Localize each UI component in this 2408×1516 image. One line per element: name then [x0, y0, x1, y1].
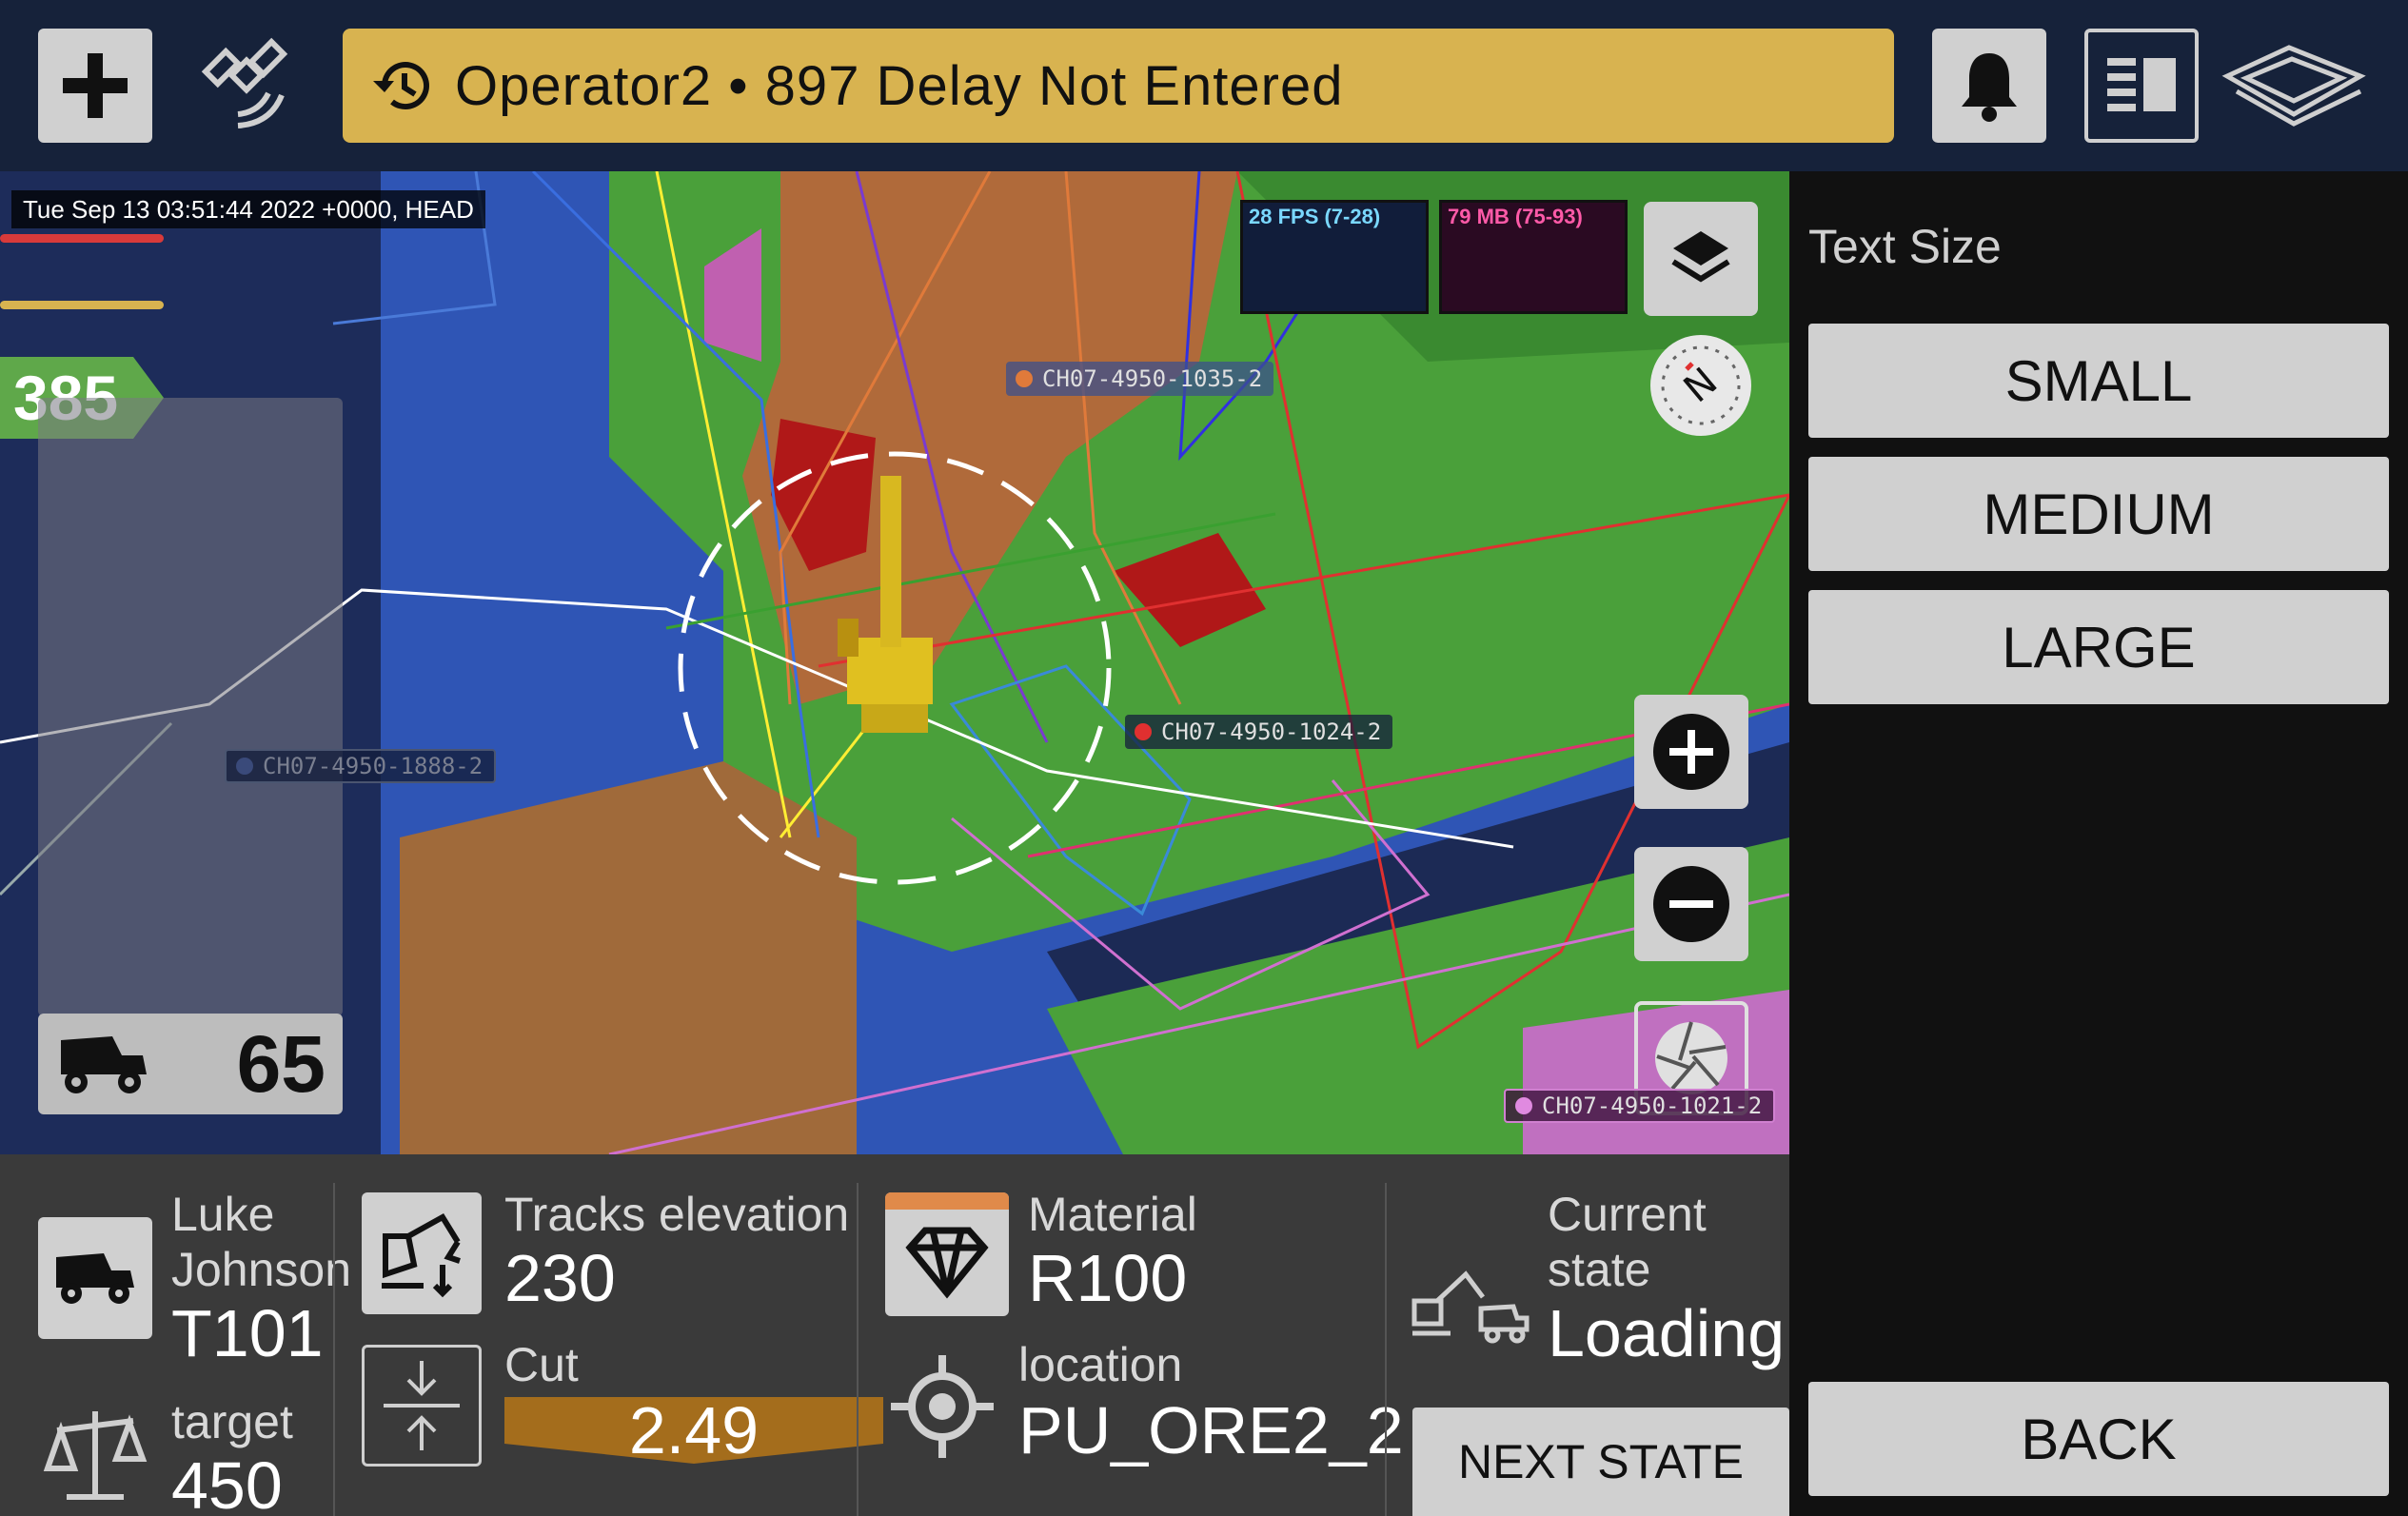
layout-toggle-button[interactable] — [2084, 29, 2199, 143]
mine-map[interactable]: Tue Sep 13 03:51:44 2022 +0000, HEAD 385… — [0, 171, 1789, 1154]
scale-icon — [38, 1402, 152, 1506]
back-button[interactable]: BACK — [1808, 1382, 2389, 1496]
notifications-button[interactable] — [1932, 29, 2046, 143]
current-state-value: Loading — [1548, 1296, 1786, 1370]
divider — [1385, 1183, 1387, 1516]
delay-alert-banner[interactable]: Operator2 • 897 Delay Not Entered — [343, 29, 1894, 143]
text-size-medium-button[interactable]: MEDIUM — [1808, 457, 2389, 571]
cut-value-bar: 2.49 — [504, 1397, 883, 1464]
current-state-label-1: Current — [1548, 1188, 1707, 1241]
left-overlay-panel — [38, 398, 343, 1016]
target-value: 450 — [171, 1448, 283, 1516]
location-value: PU_ORE2_2 — [1018, 1393, 1404, 1467]
top-bar: Operator2 • 897 Delay Not Entered — [0, 0, 2408, 171]
fps-monitor: 28 FPS (7-28) — [1240, 200, 1429, 314]
bell-icon — [1962, 53, 2017, 122]
target-label: target — [171, 1395, 293, 1448]
map-timestamp: Tue Sep 13 03:51:44 2022 +0000, HEAD — [11, 190, 485, 228]
tracks-elevation-value: 230 — [504, 1241, 616, 1315]
alert-text: Operator2 • 897 Delay Not Entered — [455, 54, 1344, 117]
zoom-in-icon — [1653, 714, 1729, 790]
svg-text:N: N — [1676, 360, 1726, 411]
layers-icon — [1671, 231, 1730, 283]
truck-id: T101 — [171, 1296, 324, 1370]
layers-button[interactable] — [1644, 202, 1758, 316]
cut-value: 2.49 — [628, 1393, 760, 1467]
material-color-strip — [885, 1192, 1009, 1210]
memory-monitor: 79 MB (75-93) — [1439, 200, 1628, 314]
layout-icon — [2107, 58, 2176, 111]
progress-bar-red — [0, 234, 164, 243]
zoom-in-button[interactable] — [1634, 695, 1748, 809]
fps-text: 28 FPS (7-28) — [1249, 205, 1381, 228]
progress-bar-yellow — [0, 301, 164, 309]
compass-button[interactable]: N — [1650, 335, 1751, 436]
label-dot — [236, 758, 253, 775]
divider — [333, 1183, 335, 1516]
label-dot — [1515, 1097, 1532, 1114]
truck-icon-tile — [38, 1217, 152, 1339]
location-target-icon — [885, 1349, 999, 1464]
cut-label: Cut — [504, 1338, 579, 1391]
label-dot — [1016, 370, 1033, 387]
haul-truck-icon — [56, 1253, 134, 1304]
material-icon-tile — [885, 1192, 1009, 1316]
compass-icon: N — [1661, 345, 1741, 425]
bottom-status-panel: Luke Johnson T101 target 450 Tracks elev… — [0, 1154, 1789, 1516]
map-label-mid[interactable]: CH07-4950-1024-2 — [1125, 715, 1393, 749]
diamond-icon — [905, 1227, 989, 1299]
memory-text: 79 MB (75-93) — [1448, 205, 1583, 228]
excavator-tracks-icon-tile — [362, 1192, 482, 1314]
app: Operator2 • 897 Delay Not Entered Tue Se… — [0, 0, 2408, 1516]
brand-logo-icon — [2218, 38, 2370, 133]
label-dot — [1135, 723, 1152, 740]
compress-icon — [384, 1361, 460, 1450]
tracks-elevation-label: Tracks elevation — [504, 1188, 850, 1241]
truck-count: 65 — [236, 1018, 326, 1109]
text-size-panel: Text Size SMALL MEDIUM LARGE BACK — [1789, 171, 2408, 1516]
text-size-title: Text Size — [1808, 220, 2002, 273]
loading-state-icon — [1409, 1259, 1532, 1345]
divider — [857, 1183, 859, 1516]
location-label: location — [1018, 1338, 1183, 1391]
current-state-label-2: state — [1548, 1243, 1651, 1296]
excavator-elevation-icon — [382, 1212, 461, 1298]
satellite-icon — [200, 36, 295, 131]
aperture-icon — [1655, 1021, 1727, 1094]
map-label-top-text: CH07-4950-1035-2 — [1042, 365, 1263, 392]
add-button[interactable] — [38, 29, 152, 143]
history-icon — [373, 62, 429, 110]
truck-count-panel: 65 — [38, 1014, 343, 1114]
map-label-left[interactable]: CH07-4950-1888-2 — [225, 749, 497, 783]
text-size-large-button[interactable]: LARGE — [1808, 590, 2389, 704]
cut-icon-tile — [362, 1345, 482, 1467]
operator-first-name: Luke — [171, 1188, 275, 1241]
map-label-left-text: CH07-4950-1888-2 — [263, 753, 484, 779]
operator-last-name: Johnson — [171, 1243, 352, 1296]
plus-icon — [63, 53, 128, 118]
text-size-small-button[interactable]: SMALL — [1808, 324, 2389, 438]
next-state-button[interactable]: NEXT STATE — [1412, 1408, 1789, 1516]
haul-truck-icon — [61, 1036, 147, 1093]
material-value: R100 — [1028, 1241, 1188, 1315]
map-label-mid-text: CH07-4950-1024-2 — [1161, 719, 1382, 745]
map-label-top[interactable]: CH07-4950-1035-2 — [1006, 362, 1274, 396]
material-label: Material — [1028, 1188, 1197, 1241]
zoom-out-icon — [1653, 866, 1729, 942]
zoom-out-button[interactable] — [1634, 847, 1748, 961]
map-label-bottom-text: CH07-4950-1021-2 — [1542, 1093, 1763, 1119]
map-label-bottom[interactable]: CH07-4950-1021-2 — [1504, 1089, 1776, 1123]
